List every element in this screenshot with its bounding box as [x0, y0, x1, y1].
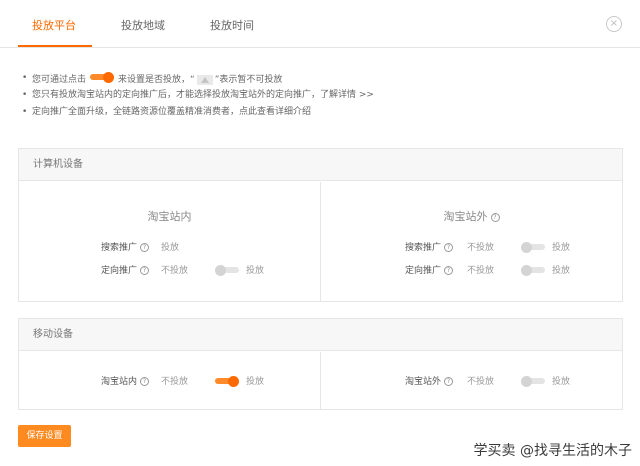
row-label: 定向推广	[100, 266, 137, 276]
row-label: 定向推广	[404, 266, 441, 276]
tip-text: ”表示暂不可投放	[214, 75, 283, 85]
targeted-promo-toggle[interactable]	[521, 265, 545, 276]
on-text: 投放	[246, 266, 265, 276]
tip-link-text[interactable]: 定向推广全面升级，全链路资源位覆盖精准消费者，点此查看详细介绍	[32, 107, 311, 117]
off-text: 不投放	[467, 243, 495, 253]
state-text: 投放	[161, 243, 180, 253]
off-text: 不投放	[161, 266, 189, 276]
watermark-text: 学买卖 @找寻生活的木子	[473, 443, 632, 459]
off-text: 不投放	[467, 266, 495, 276]
mobile-device-panel: 移动设备 淘宝站内? 不投放 投放 淘宝站外? 不投放 投放	[18, 318, 623, 410]
tab-bar: 投放平台 投放地域 投放时间 ×	[0, 0, 640, 48]
tip-link-text[interactable]: 您只有投放淘宝站内的定向推广后，才能选择投放淘宝站外的定向推广，了解详情 >>	[32, 90, 374, 100]
save-settings-button[interactable]: 保存设置	[18, 425, 71, 447]
warning-triangle-icon	[196, 74, 213, 85]
help-icon[interactable]: ?	[444, 377, 453, 386]
help-icon[interactable]: ?	[490, 212, 500, 222]
tab-region[interactable]: 投放地域	[121, 17, 165, 33]
row-label: 搜索推广	[404, 243, 441, 253]
search-promo-toggle[interactable]	[521, 242, 545, 253]
search-promo-row: 搜索推广? 不投放 投放	[321, 240, 570, 254]
mobile-outside-row: 淘宝站外? 不投放 投放	[321, 374, 570, 388]
tab-time[interactable]: 投放时间	[210, 17, 254, 33]
tab-platform[interactable]: 投放平台	[32, 17, 76, 33]
example-toggle-icon	[90, 72, 115, 87]
column-title: 淘宝站外	[443, 210, 488, 223]
taobao-inside-column: 淘宝站内? 不投放 投放	[19, 352, 321, 409]
on-text: 投放	[246, 377, 265, 387]
tip-text: 您可通过点击	[32, 75, 87, 85]
targeted-promo-toggle[interactable]	[215, 265, 239, 276]
off-text: 不投放	[467, 377, 495, 387]
tip-item[interactable]: 定向推广全面升级，全链路资源位覆盖精准消费者，点此查看详细介绍	[20, 106, 620, 123]
mobile-outside-toggle[interactable]	[521, 376, 545, 387]
on-text: 投放	[552, 377, 571, 387]
panel-title: 计算机设备	[19, 149, 622, 181]
taobao-outside-column: 淘宝站外? 搜索推广? 不投放 投放 定向推广? 不投放 投放	[321, 182, 622, 301]
tip-item[interactable]: 您只有投放淘宝站内的定向推广后，才能选择投放淘宝站外的定向推广，了解详情 >>	[20, 89, 620, 106]
row-label: 搜索推广	[100, 243, 137, 253]
off-text: 不投放	[161, 377, 189, 387]
tips-list: 您可通过点击 来设置是否投放，“ ”表示暂不可投放 您只有投放淘宝站内的定向推广后，…	[20, 72, 620, 123]
targeted-promo-row: 定向推广? 不投放 投放	[321, 263, 570, 277]
help-icon[interactable]: ?	[444, 266, 453, 275]
active-tab-indicator	[18, 45, 92, 47]
on-text: 投放	[552, 266, 571, 276]
computer-device-panel: 计算机设备 淘宝站内 搜索推广? 投放 定向推广? 不投放 投放 淘宝站外? 搜…	[18, 148, 623, 302]
help-icon[interactable]: ?	[140, 266, 149, 275]
help-icon[interactable]: ?	[140, 377, 149, 386]
row-label: 淘宝站内	[100, 377, 137, 387]
close-icon[interactable]: ×	[606, 16, 622, 32]
tip-item: 您可通过点击 来设置是否投放，“ ”表示暂不可投放	[20, 72, 620, 89]
row-label: 淘宝站外	[404, 377, 441, 387]
mobile-inside-row: 淘宝站内? 不投放 投放	[19, 374, 264, 388]
help-icon[interactable]: ?	[140, 243, 149, 252]
taobao-outside-column: 淘宝站外? 不投放 投放	[321, 352, 622, 409]
mobile-inside-toggle[interactable]	[215, 376, 239, 387]
search-promo-row: 搜索推广? 投放	[19, 240, 179, 254]
taobao-inside-column: 淘宝站内 搜索推广? 投放 定向推广? 不投放 投放	[19, 182, 321, 301]
on-text: 投放	[552, 243, 571, 253]
help-icon[interactable]: ?	[444, 243, 453, 252]
panel-title: 移动设备	[19, 319, 622, 351]
column-title: 淘宝站内	[147, 210, 192, 223]
tip-text: 来设置是否投放，“	[118, 75, 195, 85]
targeted-promo-row: 定向推广? 不投放 投放	[19, 263, 264, 277]
